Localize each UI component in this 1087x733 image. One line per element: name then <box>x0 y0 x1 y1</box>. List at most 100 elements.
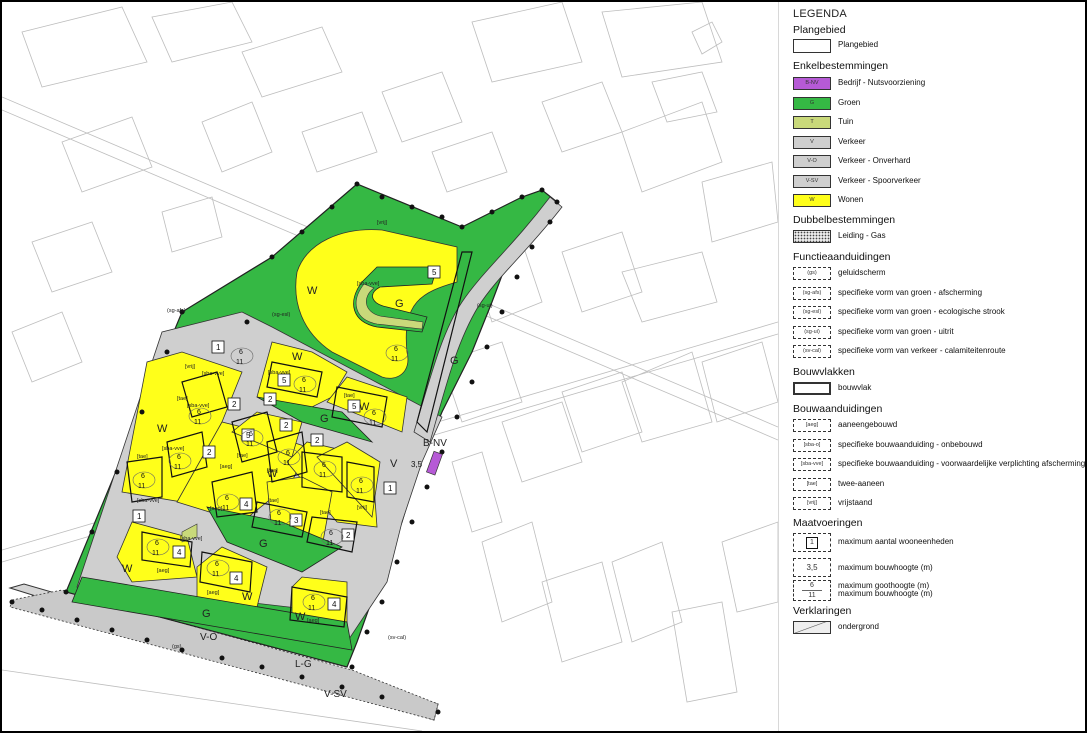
svg-text:11: 11 <box>308 605 315 612</box>
svg-text:11: 11 <box>246 441 253 448</box>
enkel-swatch: G <box>793 96 831 110</box>
label-g-1: G <box>395 298 404 310</box>
legend-row-max-units: 1 maximum aantal wooneenheden <box>793 533 1083 552</box>
enkel-label: Wonen <box>838 195 864 204</box>
enkel-swatch: T <box>793 116 831 129</box>
functie-swatch: (gs) <box>793 267 831 280</box>
label-bnv: B-NV <box>423 438 447 449</box>
label-g-3: G <box>320 413 329 425</box>
enkel-swatch: V-SV <box>793 174 831 188</box>
svg-text:[tae]: [tae] <box>320 510 331 516</box>
bouw-label: specifieke bouwaanduiding - voorwaardeli… <box>838 459 1086 468</box>
svg-text:[sba-vve]: [sba-vve] <box>137 498 160 504</box>
svg-text:6: 6 <box>277 510 281 517</box>
svg-text:6: 6 <box>372 410 376 417</box>
functie-swatch: (sv-cal) <box>793 345 831 358</box>
zoning-map: W W W W W W W W G G G G G V B-NV V-O L-G… <box>2 2 778 731</box>
bouw-label: aaneengebouwd <box>838 420 898 429</box>
legend-row-max-height: 3,5 maximum bouwhoogte (m) <box>793 558 1083 577</box>
svg-text:11: 11 <box>326 540 333 547</box>
svg-text:[sba-vve]: [sba-vve] <box>357 281 380 287</box>
utility-building <box>426 450 443 476</box>
bouw-swatch: [sba-vve] <box>793 458 831 471</box>
functie-label: specifieke vorm van groen - uitrit <box>838 326 954 336</box>
svg-text:11: 11 <box>299 387 306 394</box>
svg-text:6: 6 <box>249 431 253 438</box>
svg-text:2: 2 <box>232 400 237 409</box>
label-w-5: W <box>122 563 133 575</box>
svg-text:1: 1 <box>388 484 393 493</box>
svg-text:11: 11 <box>236 359 243 366</box>
svg-text:[aeg]: [aeg] <box>220 464 233 470</box>
bouwvlak-swatch <box>793 382 831 395</box>
enkel-row: B-NV Bedrijf - Nutsvoorziening <box>793 77 1083 91</box>
svg-text:1: 1 <box>137 512 142 521</box>
label-g-5: G <box>202 608 211 620</box>
label-w-1: W <box>307 285 318 297</box>
svg-text:4: 4 <box>177 548 182 557</box>
bouw-label: vrijstaand <box>838 498 873 507</box>
enkel-row: V-O Verkeer - Onverhard <box>793 155 1083 169</box>
svg-text:[aeg]: [aeg] <box>207 590 220 596</box>
legend-row-plangebied: Plangebied <box>793 39 1083 53</box>
functie-swatch: (sg-ui) <box>793 325 831 339</box>
svg-text:4: 4 <box>244 500 249 509</box>
functie-row: (sv-cal) specifieke vorm van verkeer - ca… <box>793 345 1083 359</box>
svg-text:11: 11 <box>369 420 376 427</box>
svg-text:[tae]: [tae] <box>137 454 148 460</box>
svg-text:11: 11 <box>174 464 181 471</box>
bouw-row: [tae] twee-aaneen <box>793 477 1083 492</box>
svg-text:11: 11 <box>212 571 219 578</box>
enkel-swatch: V-O <box>793 155 831 168</box>
label-lg: L-G <box>295 659 312 670</box>
svg-text:[tae]: [tae] <box>268 498 279 504</box>
svg-text:11: 11 <box>283 460 290 467</box>
svg-text:5: 5 <box>432 268 437 277</box>
svg-text:6: 6 <box>359 478 363 485</box>
bouw-swatch: [vrij] <box>793 497 831 510</box>
enkel-row: T Tuin <box>793 116 1083 130</box>
svg-text:6: 6 <box>322 462 326 469</box>
svg-text:6: 6 <box>239 349 243 356</box>
svg-text:6: 6 <box>302 377 306 384</box>
svg-text:2: 2 <box>207 448 212 457</box>
section-bouwvlakken: Bouwvlakken <box>793 366 855 378</box>
svg-text:2: 2 <box>315 436 320 445</box>
enkel-label: Groen <box>838 97 861 107</box>
functie-label: specifieke vorm van groen - ecologische … <box>838 307 1005 316</box>
bouw-row: [vrij] vrijstaand <box>793 497 1083 511</box>
svg-text:[tae]: [tae] <box>267 468 278 474</box>
section-functieaanduidingen: Functieaanduidingen <box>793 251 891 263</box>
svg-text:6: 6 <box>155 540 159 547</box>
svg-text:[sba-vve]: [sba-vve] <box>162 446 185 452</box>
enkel-swatch: B-NV <box>793 77 831 90</box>
bouw-swatch: [sba-o] <box>793 438 831 452</box>
svg-text:2: 2 <box>268 395 273 404</box>
utility-height: 3,5 <box>411 460 423 469</box>
label-w-2: W <box>292 351 303 363</box>
functie-swatch: (sg-afs) <box>793 286 831 300</box>
svg-text:[vrij]: [vrij] <box>377 220 388 226</box>
bouw-label: twee-aaneen <box>838 478 885 488</box>
bouw-label: specifieke bouwaanduiding - onbebouwd <box>838 439 983 449</box>
label-g-4: G <box>259 538 268 550</box>
bouw-row: [sba-vve] specifieke bouwaanduiding - voo… <box>793 458 1086 472</box>
functie-row: (sg-esl) specifieke vorm van groen - ecol… <box>793 306 1083 320</box>
svg-text:6: 6 <box>197 409 201 416</box>
svg-text:6: 6 <box>225 495 229 502</box>
enkel-label: Verkeer - Spoorverkeer <box>838 175 921 185</box>
svg-text:11: 11 <box>222 505 229 512</box>
enkel-label: Tuin <box>838 117 854 126</box>
svg-text:(sg-afs): (sg-afs) <box>167 308 186 314</box>
svg-text:[aeg]: [aeg] <box>307 618 320 624</box>
functie-label: specifieke vorm van verkeer - calamiteit… <box>838 346 1006 355</box>
svg-text:[sba-vve]: [sba-vve] <box>180 536 203 542</box>
svg-text:11: 11 <box>152 550 159 557</box>
label-w-8: W <box>359 401 370 413</box>
section-bouwaanduidingen: Bouwaanduidingen <box>793 403 883 415</box>
units-swatch: 1 <box>793 533 831 552</box>
functie-row: (gs) geluidscherm <box>793 267 1083 281</box>
label-g-2: G <box>450 355 459 367</box>
height-swatch: 3,5 <box>793 558 831 577</box>
svg-text:6: 6 <box>141 473 145 480</box>
